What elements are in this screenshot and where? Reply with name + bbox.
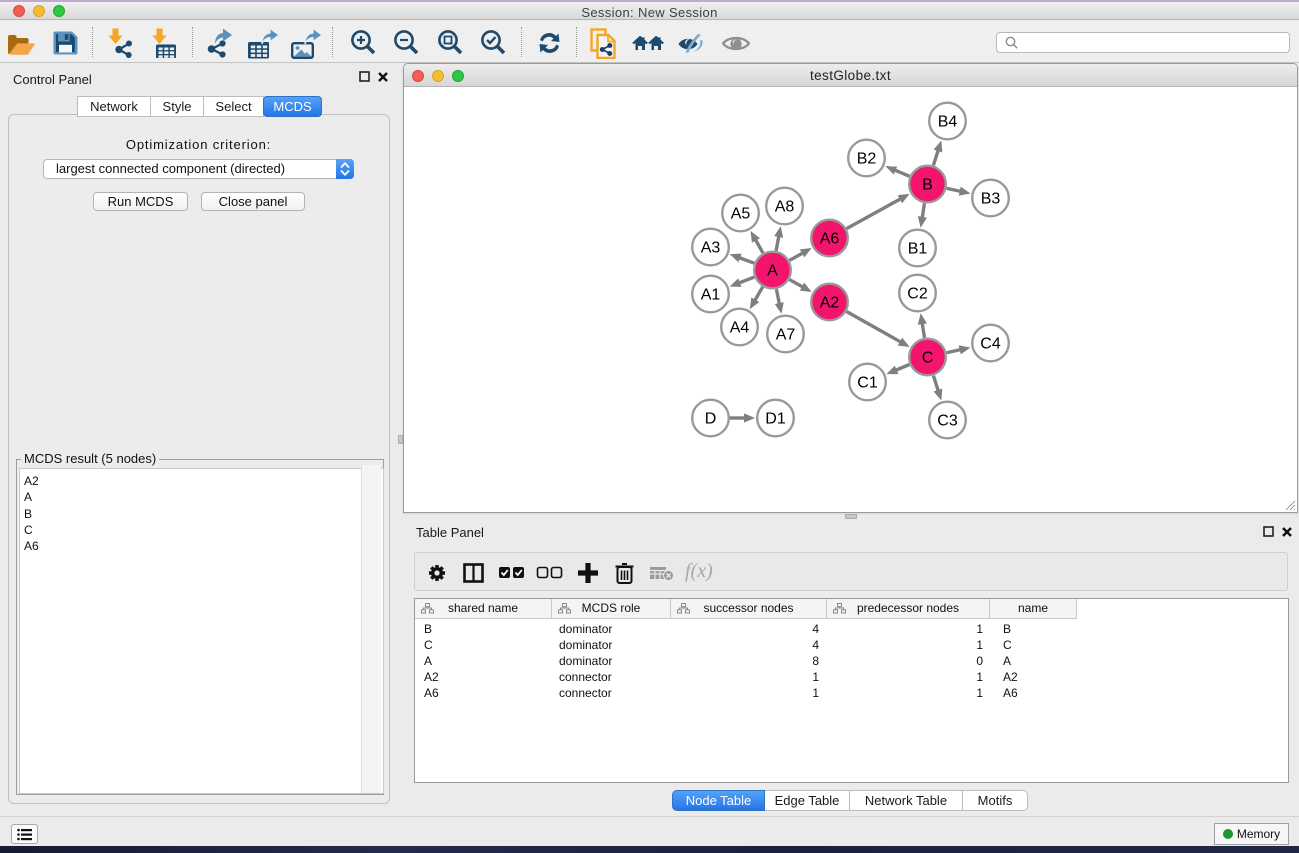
svg-text:D1: D1 xyxy=(765,411,786,428)
svg-text:A8: A8 xyxy=(775,199,795,216)
svg-text:A6: A6 xyxy=(820,231,840,248)
svg-text:A3: A3 xyxy=(701,240,721,257)
svg-text:A1: A1 xyxy=(701,287,721,304)
svg-text:B4: B4 xyxy=(938,114,958,131)
svg-text:B1: B1 xyxy=(908,241,928,258)
svg-text:A4: A4 xyxy=(730,320,750,337)
svg-text:C: C xyxy=(922,350,934,367)
svg-text:C1: C1 xyxy=(857,375,878,392)
svg-text:C2: C2 xyxy=(907,286,928,303)
svg-text:C4: C4 xyxy=(980,336,1001,353)
svg-text:B2: B2 xyxy=(857,151,877,168)
svg-text:B: B xyxy=(922,177,933,194)
svg-text:B3: B3 xyxy=(981,191,1001,208)
svg-text:A7: A7 xyxy=(776,327,796,344)
svg-text:D: D xyxy=(705,411,717,428)
svg-text:A: A xyxy=(767,263,778,280)
svg-text:A2: A2 xyxy=(820,295,840,312)
svg-text:C3: C3 xyxy=(937,413,958,430)
svg-text:A5: A5 xyxy=(731,206,751,223)
